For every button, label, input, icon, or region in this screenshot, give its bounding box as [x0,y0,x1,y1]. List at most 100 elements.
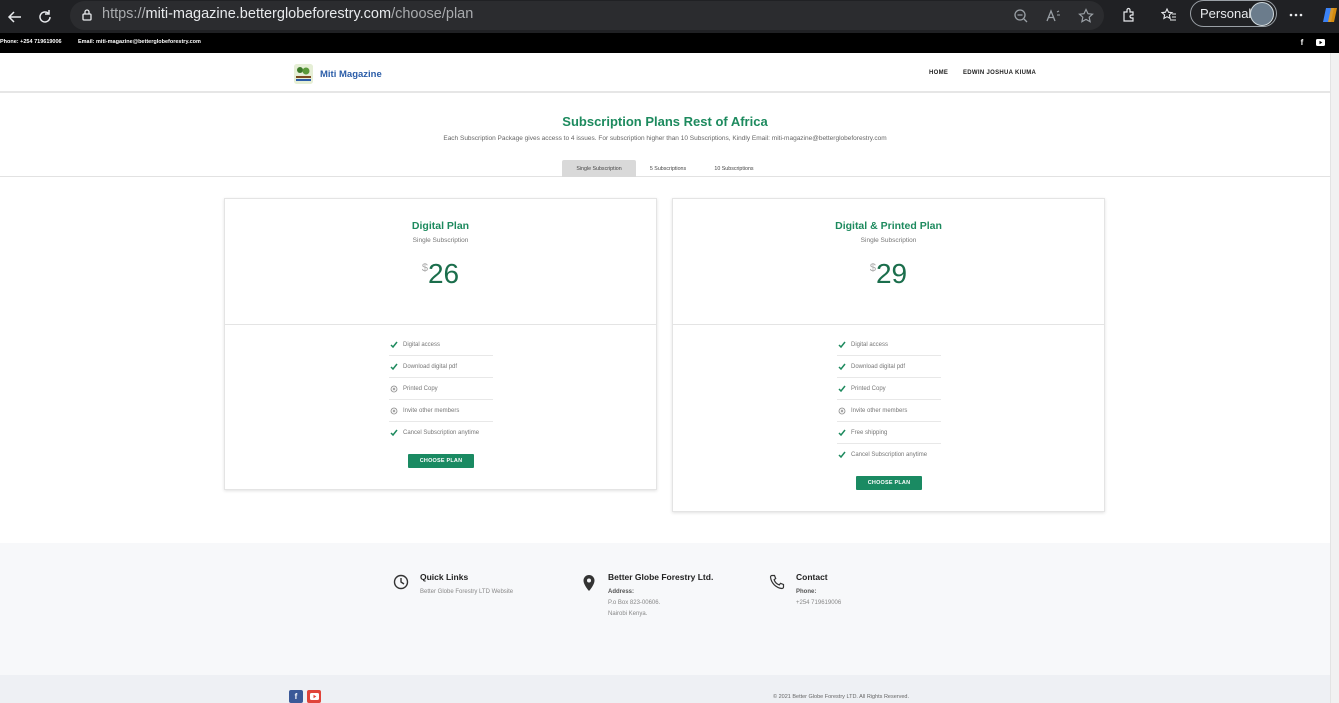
feature-item: Digital access [389,334,493,356]
address-line: Nairobi Kenya. [608,611,648,617]
brand-name[interactable]: Miti Magazine [320,69,382,80]
url-host: miti-magazine.betterglobeforestry.com [145,6,392,22]
choose-plan-button[interactable]: CHOOSE PLAN [408,454,474,468]
reload-icon[interactable] [30,0,60,33]
page-scrollbar[interactable] [1330,53,1339,703]
read-aloud-icon[interactable] [1042,5,1064,27]
youtube-icon[interactable] [1315,37,1325,47]
feature-item: Download digital pdf [837,356,941,378]
plan-card-digital-printed: Digital & Printed Plan Single Subscripti… [672,198,1105,512]
feature-item: Cancel Subscription anytime [389,422,493,444]
feature-list: Digital access Download digital pdf Prin… [389,334,493,444]
back-icon[interactable] [0,0,30,33]
feature-text: Cancel Subscription anytime [403,430,480,436]
map-pin-icon [581,574,597,592]
feature-text: Free shipping [851,429,888,436]
check-icon [837,362,846,371]
check-icon [837,428,846,437]
plan-name: Digital Plan [411,220,470,232]
feature-text: Printed Copy [851,385,886,392]
feature-text: Digital access [851,341,889,348]
address-bar[interactable]: https://miti-magazine.betterglobeforestr… [70,1,1104,30]
feature-text: Invite other members [851,407,908,414]
plan-price: $26 [225,258,656,290]
feature-text: Cancel Subscription anytime [851,452,928,458]
avatar [1250,2,1274,26]
phone-text: Phone: +254 719619006 [0,39,62,45]
tab-5-subscriptions[interactable]: 5 Subscriptions [640,160,696,177]
feature-item: Digital access [837,334,941,356]
phone-icon [769,574,785,592]
profile-label: Personal [1200,6,1252,21]
browser-toolbar: https://miti-magazine.betterglobeforestr… [0,0,1339,33]
feature-list: Digital access Download digital pdf Prin… [837,334,941,466]
check-icon [837,384,846,393]
feature-item: Free shipping [837,422,941,444]
feature-text: Printed Copy [403,385,438,392]
footer-heading: Better Globe Forestry Ltd. [608,572,714,582]
excluded-circle-icon [389,384,398,393]
price-value: 26 [427,258,460,289]
youtube-icon[interactable] [307,690,321,703]
top-info-strip: Phone: +254 719619006 Email: miti-magazi… [0,33,1339,53]
choose-plan-button[interactable]: CHOOSE PLAN [856,476,922,490]
currency-symbol: $ [421,262,428,274]
feature-text: Download digital pdf [403,363,458,370]
facebook-icon[interactable]: f [1297,37,1307,47]
plan-card-digital: Digital Plan Single Subscription $26 Dig… [224,198,657,490]
feature-item: Cancel Subscription anytime [837,444,941,466]
more-menu-icon[interactable] [1285,4,1307,26]
profile-button[interactable]: Personal [1190,0,1277,27]
check-icon [389,340,398,349]
url-text: https://miti-magazine.betterglobeforestr… [102,6,473,22]
feature-item: Printed Copy [837,378,941,400]
copilot-icon[interactable] [1321,4,1339,26]
plan-subtitle: Single Subscription [860,237,917,244]
plan-subtitle: Single Subscription [412,237,469,244]
currency-symbol: $ [869,262,876,274]
excluded-circle-icon [837,406,846,415]
price-value: 29 [875,258,908,289]
tab-10-subscriptions[interactable]: 10 Subscriptions [703,160,765,177]
tab-single-subscription[interactable]: Single Subscription [562,160,636,177]
url-path: /choose/plan [391,6,474,22]
check-icon [837,450,846,459]
plan-card-header: Digital & Printed Plan Single Subscripti… [673,199,1104,325]
facebook-icon[interactable]: f [289,690,303,703]
excluded-circle-icon [389,406,398,415]
website-link[interactable]: Better Globe Forestry LTD Website [420,589,513,595]
site-footer: Quick Links Better Globe Forestry LTD We… [0,543,1330,675]
footer-heading: Quick Links [420,572,469,582]
page-subtitle: Each Subscription Package gives access t… [443,135,887,142]
feature-text: Download digital pdf [851,363,906,370]
feature-item: Invite other members [837,400,941,422]
nav-home[interactable]: HOME [929,70,948,76]
nav-user[interactable]: EDWIN JOSHUA KIUMA [963,70,1036,76]
copyright-text: © 2021 Better Globe Forestry LTD. All Ri… [773,694,910,700]
plan-card-header: Digital Plan Single Subscription $26 [225,199,656,325]
phone-label: Phone: [796,589,817,595]
plan-price: $29 [673,258,1104,290]
url-scheme: https:// [102,6,146,22]
feature-item: Printed Copy [389,378,493,400]
favorite-star-icon[interactable] [1075,5,1097,27]
check-icon [389,362,398,371]
plan-name: Digital & Printed Plan [835,220,942,232]
lock-icon[interactable] [76,4,98,26]
feature-text: Digital access [403,341,441,348]
feature-item: Invite other members [389,400,493,422]
feature-item: Download digital pdf [389,356,493,378]
brand-logo[interactable] [294,64,313,84]
bottom-bar: f © 2021 Better Globe Forestry LTD. All … [0,675,1330,703]
zoom-icon[interactable] [1010,5,1032,27]
clock-icon [393,574,409,592]
phone-number: +254 719619006 [796,600,842,606]
favorites-icon[interactable] [1158,4,1180,26]
check-icon [389,428,398,437]
site-header: Miti Magazine HOME EDWIN JOSHUA KIUMA [0,53,1330,93]
check-icon [837,340,846,349]
extensions-icon[interactable] [1118,4,1140,26]
address-line: P.o Box 823-00606. [608,600,661,606]
footer-heading: Contact [796,572,828,582]
address-label: Address: [608,589,635,595]
